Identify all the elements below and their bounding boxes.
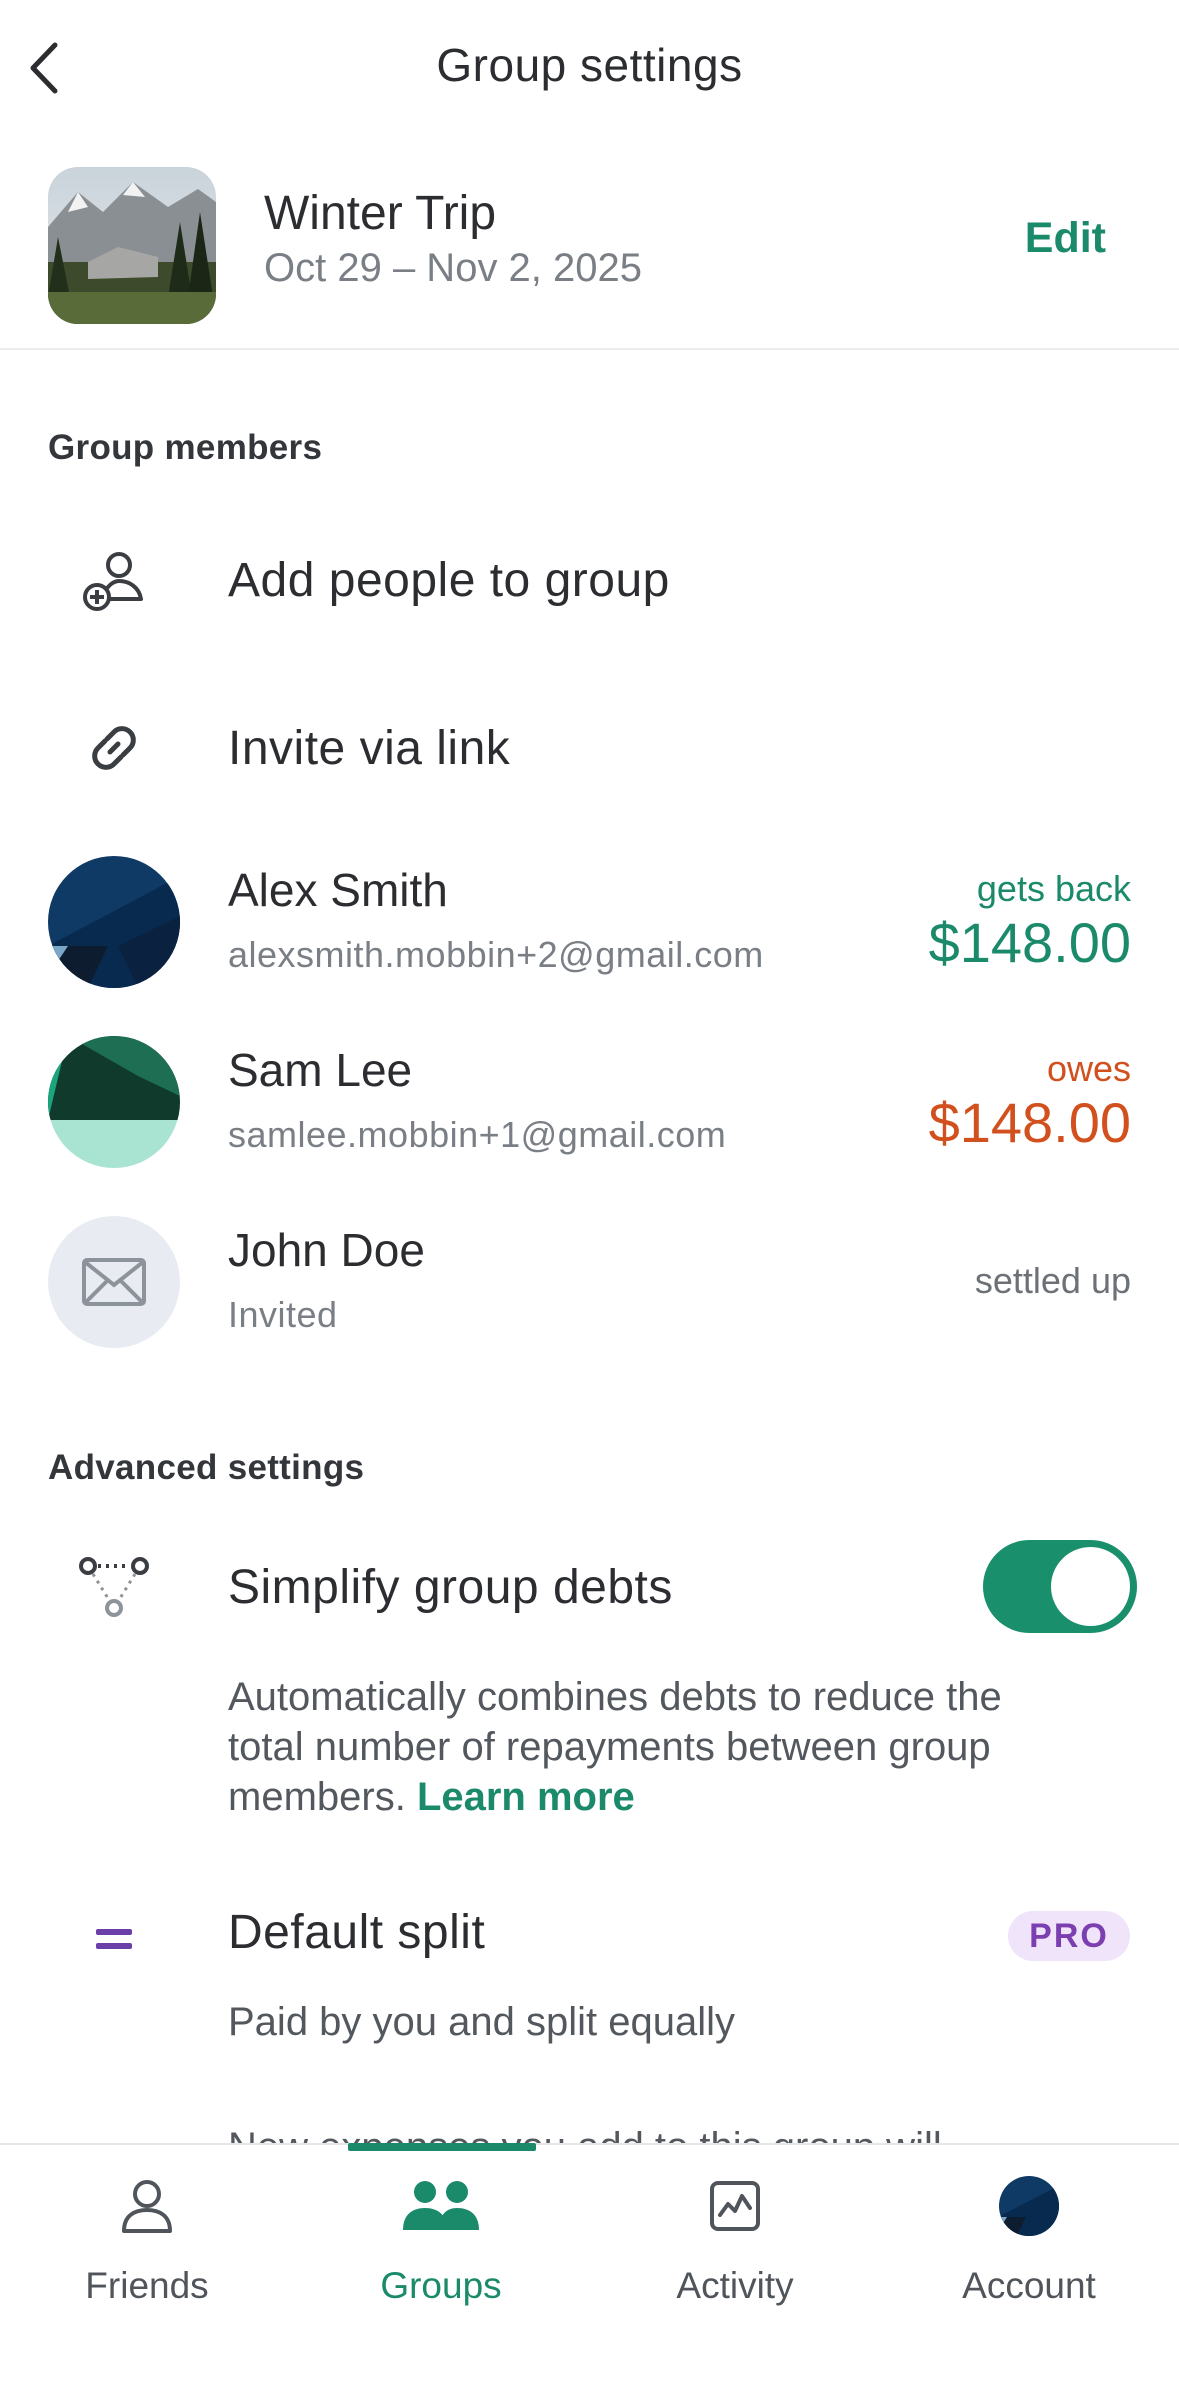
- group-icon: [403, 2181, 479, 2230]
- envelope-icon: [82, 1258, 146, 1306]
- equals-icon: [78, 1903, 150, 1975]
- page-title: Group settings: [436, 39, 743, 91]
- tab-activity[interactable]: Activity: [588, 2145, 882, 2307]
- toggle-knob: [1051, 1547, 1130, 1626]
- member-name: John Doe: [228, 1224, 425, 1276]
- add-people-label: Add people to group: [228, 554, 670, 607]
- group-dates: Oct 29 – Nov 2, 2025: [264, 246, 643, 290]
- activity-icon: [710, 2181, 760, 2231]
- edit-button[interactable]: Edit: [1025, 214, 1106, 263]
- member-email: samlee.mobbin+1@gmail.com: [228, 1114, 727, 1155]
- tab-label: Account: [962, 2265, 1096, 2306]
- tab-label: Activity: [676, 2265, 794, 2306]
- avatar: [48, 1036, 180, 1168]
- member-status-invited: Invited: [228, 1294, 338, 1335]
- tab-groups[interactable]: Groups: [294, 2145, 588, 2307]
- mountain-image: [48, 167, 216, 324]
- tab-bar: Friends Groups Activity Account: [0, 2143, 1179, 2398]
- add-person-icon: [78, 544, 150, 616]
- learn-more-link[interactable]: Learn more: [417, 1775, 635, 1819]
- link-icon: [78, 712, 150, 784]
- default-split-row[interactable]: Default split Paid by you and split equa…: [0, 1895, 1179, 2055]
- default-split-value: Paid by you and split equally: [228, 2000, 735, 2044]
- divider: [0, 348, 1179, 350]
- tab-account[interactable]: Account: [882, 2145, 1176, 2307]
- tab-label: Friends: [85, 2265, 209, 2306]
- balance-status: owes: [1046, 1048, 1131, 1089]
- simplify-debts-label: Simplify group debts: [228, 1561, 673, 1614]
- member-name: Sam Lee: [228, 1044, 413, 1096]
- member-email: alexsmith.mobbin+2@gmail.com: [228, 934, 764, 975]
- avatar: [48, 856, 180, 988]
- balance-amount: $148.00: [928, 911, 1131, 974]
- member-row[interactable]: Alex Smith alexsmith.mobbin+2@gmail.com …: [0, 850, 1179, 1000]
- default-split-label: Default split: [228, 1906, 486, 1959]
- avatar: [48, 1216, 180, 1348]
- simplify-debts-description: Automatically combines debts to reduce t…: [228, 1672, 1088, 1822]
- account-avatar: [999, 2176, 1059, 2236]
- section-title-members: Group members: [48, 428, 323, 467]
- invite-link-row[interactable]: Invite via link: [0, 688, 1179, 808]
- tab-label: Groups: [380, 2265, 502, 2306]
- person-icon: [122, 2180, 172, 2233]
- default-split-note: New expenses you add to this group will: [228, 2117, 942, 2145]
- member-row[interactable]: John Doe Invited settled up: [0, 1210, 1179, 1360]
- simplify-debts-icon: [78, 1550, 150, 1622]
- member-row[interactable]: Sam Lee samlee.mobbin+1@gmail.com owes $…: [0, 1030, 1179, 1180]
- tab-friends[interactable]: Friends: [0, 2145, 294, 2307]
- group-name: Winter Trip: [264, 187, 497, 240]
- group-photo[interactable]: [48, 167, 216, 324]
- invite-link-label: Invite via link: [228, 722, 511, 775]
- balance-amount: $148.00: [928, 1091, 1131, 1154]
- pro-badge: PRO: [1008, 1911, 1130, 1961]
- simplify-debts-toggle[interactable]: [983, 1540, 1137, 1633]
- balance-status: gets back: [976, 868, 1131, 909]
- add-people-row[interactable]: Add people to group: [0, 520, 1179, 640]
- section-title-advanced: Advanced settings: [48, 1448, 365, 1487]
- member-name: Alex Smith: [228, 864, 448, 916]
- balance-status: settled up: [974, 1260, 1131, 1301]
